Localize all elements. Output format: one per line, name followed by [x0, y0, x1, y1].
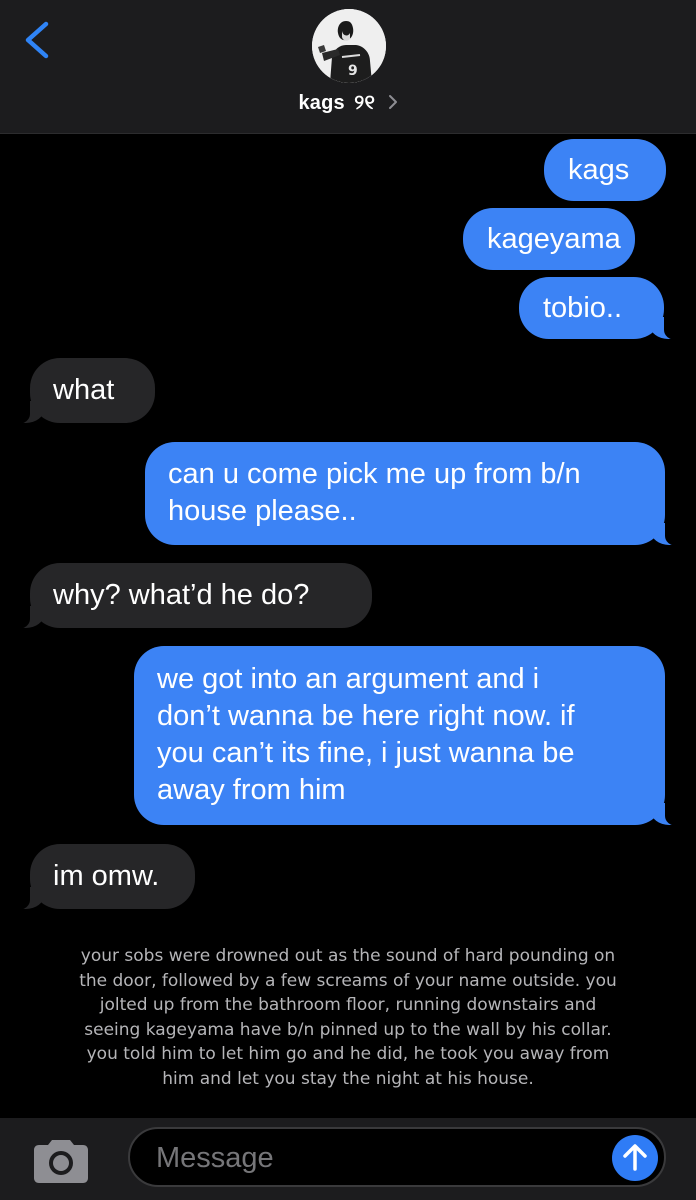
contact-name: kags	[298, 92, 345, 114]
send-button[interactable]	[612, 1135, 658, 1181]
chevron-left-icon	[25, 21, 49, 59]
svg-text:9: 9	[348, 63, 358, 79]
narration-line: seeing kageyama have b/n pinned up to th…	[84, 1019, 612, 1040]
narration-line: jolted up from the bathroom floor, runni…	[99, 995, 597, 1015]
message-text: kageyama	[487, 223, 621, 255]
message-text-line: can u come pick me up from b/n	[168, 458, 581, 490]
avatar-image: 9	[312, 9, 386, 83]
contact-emoji: ୨୧	[354, 92, 376, 114]
camera-button[interactable]	[30, 1138, 92, 1184]
message-text-line: house please..	[168, 495, 357, 527]
narration-line: him and let you stay the night at his ho…	[162, 1068, 534, 1089]
camera-icon	[34, 1140, 88, 1183]
message-text: im omw.	[53, 860, 160, 892]
arrow-up-icon	[623, 1144, 647, 1171]
sent-message[interactable]: kageyama	[463, 208, 635, 270]
contact-name-button[interactable]: kags ୨୧	[0, 92, 696, 115]
message-input-bar	[0, 1118, 696, 1200]
back-button[interactable]	[22, 14, 62, 64]
contact-avatar[interactable]: 9	[312, 9, 386, 83]
narration-text: your sobs were drowned out as the sound …	[24, 944, 672, 1091]
message-text: what	[53, 374, 115, 406]
received-message[interactable]: why? what’d he do?	[12, 563, 372, 629]
message-text-line: we got into an argument and i	[157, 663, 540, 695]
message-text-line: away from him	[157, 774, 346, 806]
conversation-header: 9 kags ୨୧	[0, 0, 696, 134]
narration-line: the door, followed by a few screams of y…	[79, 970, 617, 991]
chevron-right-icon	[388, 94, 398, 115]
sent-message[interactable]: kags	[544, 139, 666, 201]
narration-line: you told him to let him go and he did, h…	[86, 1044, 610, 1064]
received-message[interactable]: im omw.	[12, 844, 195, 910]
message-text: why? what’d he do?	[53, 579, 310, 611]
message-input[interactable]	[154, 1129, 598, 1187]
message-text: tobio..	[543, 292, 622, 324]
message-field[interactable]	[128, 1127, 666, 1187]
sent-message[interactable]: tobio..	[519, 277, 682, 340]
message-text-line: you can’t its fine, i just wanna be	[157, 737, 575, 769]
sent-message[interactable]: we got into an argument and i don’t wann…	[134, 646, 683, 826]
received-message[interactable]: what	[12, 358, 155, 424]
message-text-line: don’t wanna be here right now. if	[157, 700, 575, 732]
narration-line: your sobs were drowned out as the sound …	[80, 946, 616, 966]
sent-message[interactable]: can u come pick me up from b/n house ple…	[145, 442, 683, 546]
message-text: kags	[568, 154, 630, 186]
